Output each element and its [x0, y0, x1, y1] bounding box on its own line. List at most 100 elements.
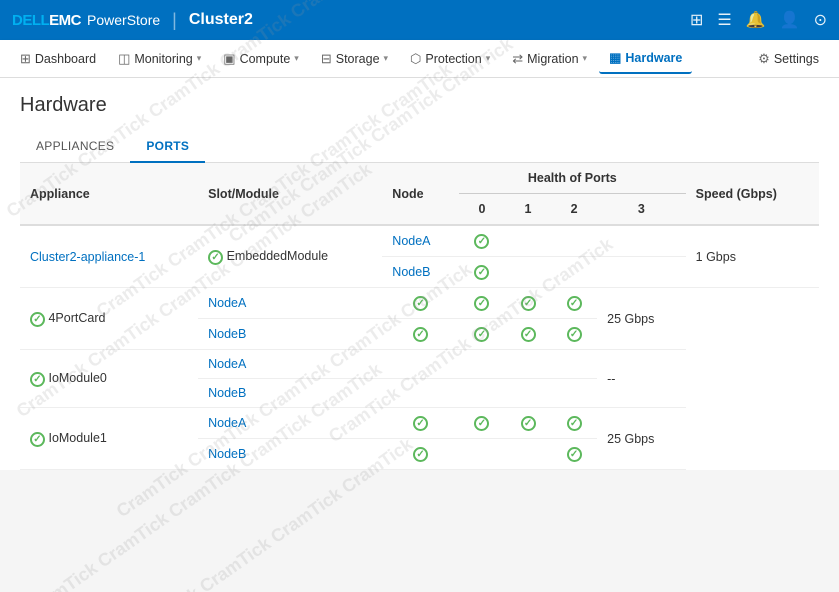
- nav-storage-label: Storage: [336, 52, 380, 66]
- top-bar: DELLEMC PowerStore | Cluster2 ⊞ ☰ 🔔 👤 ⊙: [0, 0, 839, 40]
- storage-icon: ⊟: [321, 51, 332, 67]
- node-link[interactable]: NodeA: [208, 357, 246, 371]
- apps-grid-icon[interactable]: ⊞: [690, 10, 703, 30]
- port-3-nodeA: ✓: [551, 288, 597, 319]
- port-check-icon: ✓: [567, 416, 582, 431]
- port-check-icon: ✓: [567, 296, 582, 311]
- port-0-nodeB: ✓: [382, 319, 459, 350]
- port-3-nodeA: [551, 350, 597, 379]
- module-cell-4port: ✓ 4PortCard: [20, 288, 198, 350]
- tab-ports[interactable]: PORTS: [130, 131, 205, 163]
- port-3-nodeB: ✓: [551, 439, 597, 470]
- cluster-name: Cluster2: [189, 11, 253, 29]
- compute-arrow: ▾: [294, 53, 299, 64]
- nav-migration[interactable]: ⇄ Migration ▾: [502, 45, 597, 73]
- port-2-nodeB: ✓: [505, 319, 551, 350]
- node-link[interactable]: NodeA: [208, 416, 246, 430]
- module-cell-embedded: ✓ EmbeddedModule: [198, 225, 382, 288]
- table-row: ✓ IoModule0 NodeA --: [20, 350, 819, 379]
- header-port-0: 0: [459, 194, 505, 226]
- header-port-3: 3: [597, 194, 686, 226]
- menu-icon[interactable]: ☰: [717, 10, 731, 30]
- appliance-link[interactable]: Cluster2-appliance-1: [30, 250, 145, 264]
- header-appliance: Appliance: [20, 163, 198, 225]
- nav-compute-label: Compute: [240, 52, 291, 66]
- port-1-nodeB: [459, 379, 505, 408]
- port-0-nodeB: [382, 379, 459, 408]
- bell-icon[interactable]: 🔔: [746, 10, 766, 30]
- nav-monitoring-label: Monitoring: [134, 52, 192, 66]
- module-status-icon: ✓: [30, 312, 45, 327]
- node-link[interactable]: NodeB: [208, 386, 246, 400]
- node-link[interactable]: NodeA: [392, 234, 430, 248]
- ports-table: Appliance Slot/Module Node Health of Por…: [20, 163, 819, 470]
- port-0-nodeA: ✓: [459, 225, 505, 257]
- port-check-icon: ✓: [474, 416, 489, 431]
- header-port-1: 1: [505, 194, 551, 226]
- hardware-icon: ▦: [609, 50, 621, 66]
- port-1-nodeB: [505, 257, 551, 288]
- settings-icon: ⚙: [758, 51, 770, 67]
- port-3-nodeB: [551, 379, 597, 408]
- port-check-icon: ✓: [413, 447, 428, 462]
- nav-hardware[interactable]: ▦ Hardware: [599, 44, 692, 74]
- node-cell: NodeA: [198, 408, 382, 439]
- port-2-nodeA: [551, 225, 597, 257]
- node-cell: NodeA: [198, 350, 382, 379]
- nav-protection-label: Protection: [425, 52, 481, 66]
- user-icon[interactable]: 👤: [780, 10, 800, 30]
- port-0-nodeA: [382, 350, 459, 379]
- module-status-icon: ✓: [30, 372, 45, 387]
- port-0-nodeB: ✓: [459, 257, 505, 288]
- tab-appliances[interactable]: APPLIANCES: [20, 131, 130, 163]
- port-check-icon: ✓: [521, 296, 536, 311]
- header-port-2: 2: [551, 194, 597, 226]
- nav-migration-label: Migration: [527, 52, 578, 66]
- nav-settings-label: Settings: [774, 52, 819, 66]
- port-2-nodeA: [505, 350, 551, 379]
- node-cell: NodeB: [198, 439, 382, 470]
- protection-icon: ⬡: [410, 51, 421, 67]
- header-speed: Speed (Gbps): [686, 163, 819, 225]
- header-slot-module: Slot/Module: [198, 163, 382, 225]
- tabs: APPLIANCES PORTS: [20, 131, 819, 163]
- node-cell: NodeB: [382, 257, 459, 288]
- header-health-of-ports: Health of Ports: [459, 163, 686, 194]
- nav-protection[interactable]: ⬡ Protection ▾: [400, 45, 500, 73]
- migration-arrow: ▾: [583, 53, 588, 64]
- node-link[interactable]: NodeA: [208, 296, 246, 310]
- header-node: Node: [382, 163, 459, 225]
- table-row: Cluster2-appliance-1 ✓ EmbeddedModule No…: [20, 225, 819, 257]
- module-cell-iomodule0: ✓ IoModule0: [20, 350, 198, 408]
- port-0-nodeB: ✓: [382, 439, 459, 470]
- table-row: ✓ IoModule1 NodeA ✓ ✓ ✓ ✓ 25 Gbps: [20, 408, 819, 439]
- port-0-nodeA: ✓: [382, 408, 459, 439]
- port-check-icon: ✓: [521, 416, 536, 431]
- nav-dashboard[interactable]: ⊞ Dashboard: [10, 45, 106, 73]
- nav-monitoring[interactable]: ◫ Monitoring ▾: [108, 45, 211, 73]
- port-1-nodeA: ✓: [459, 288, 505, 319]
- node-link[interactable]: NodeB: [392, 265, 430, 279]
- port-1-nodeA: [505, 225, 551, 257]
- brand: DELLEMC PowerStore | Cluster2: [12, 10, 253, 31]
- node-link[interactable]: NodeB: [208, 327, 246, 341]
- port-1-nodeA: ✓: [459, 408, 505, 439]
- account-icon[interactable]: ⊙: [814, 10, 827, 30]
- node-link[interactable]: NodeB: [208, 447, 246, 461]
- port-3-nodeA: [597, 225, 686, 257]
- port-check-icon: ✓: [567, 327, 582, 342]
- speed-cell-4port: 25 Gbps: [597, 288, 686, 350]
- node-cell: NodeB: [198, 379, 382, 408]
- page-content: Hardware APPLIANCES PORTS: [0, 78, 839, 163]
- node-cell: NodeB: [198, 319, 382, 350]
- nav-settings[interactable]: ⚙ Settings: [748, 45, 829, 73]
- port-check-icon: ✓: [474, 234, 489, 249]
- nav-storage[interactable]: ⊟ Storage ▾: [311, 45, 398, 73]
- protection-arrow: ▾: [486, 53, 491, 64]
- port-2-nodeA: ✓: [505, 288, 551, 319]
- module-cell-iomodule1: ✓ IoModule1: [20, 408, 198, 470]
- nav-compute[interactable]: ▣ Compute ▾: [213, 45, 309, 73]
- brand-product: PowerStore: [87, 12, 160, 28]
- module-status-icon: ✓: [30, 432, 45, 447]
- port-1-nodeB: [459, 439, 505, 470]
